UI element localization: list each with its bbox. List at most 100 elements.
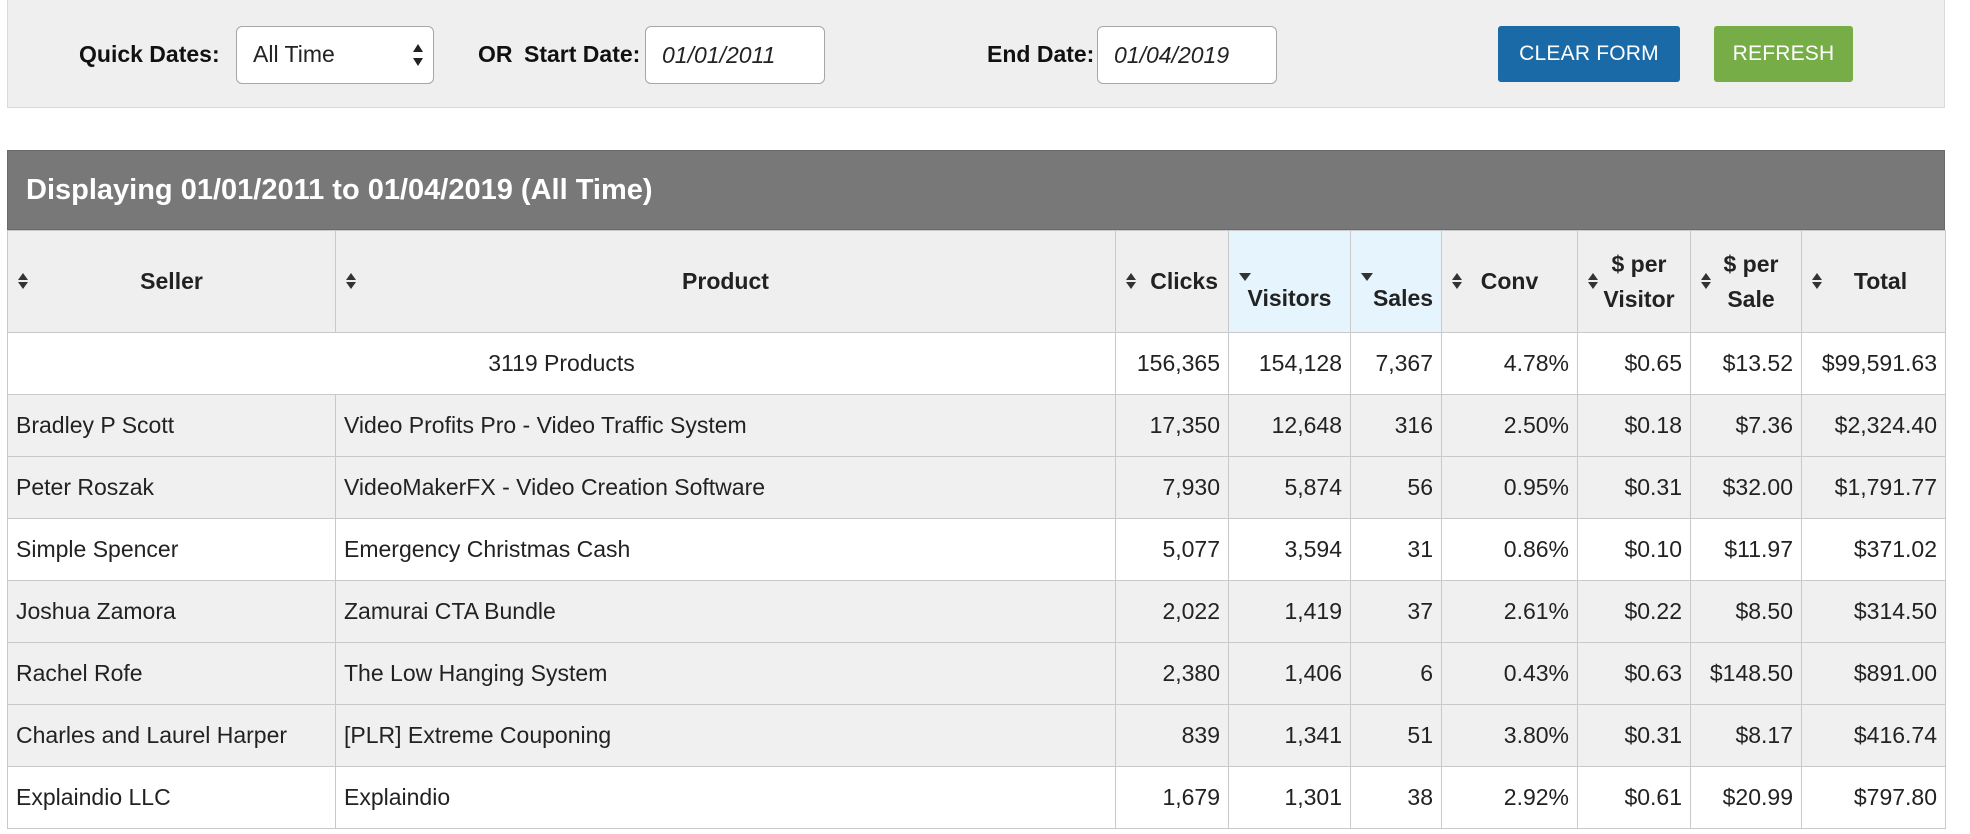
seller-cell: Joshua Zamora	[7, 580, 336, 643]
per-visitor-cell: $0.31	[1577, 704, 1691, 767]
summary-row: 3119 Products 156,365 154,128 7,367 4.78…	[7, 332, 1946, 395]
header-row: Seller Product Clicks Visitors Sales Con…	[7, 230, 1946, 333]
sort-both-icon[interactable]	[1125, 272, 1137, 290]
sales-table: Seller Product Clicks Visitors Sales Con…	[7, 230, 1946, 829]
per-sale-cell: $7.36	[1690, 394, 1802, 457]
seller-cell: Rachel Rofe	[7, 642, 336, 705]
column-header-conv[interactable]: Conv	[1441, 230, 1578, 333]
per-sale-cell: $11.97	[1690, 518, 1802, 581]
conv-cell: 2.92%	[1441, 766, 1578, 829]
product-cell: Zamurai CTA Bundle	[335, 580, 1116, 643]
table-row[interactable]: Bradley P Scott Video Profits Pro - Vide…	[7, 394, 1946, 457]
visitors-cell: 1,341	[1228, 704, 1351, 767]
table-row[interactable]: Joshua Zamora Zamurai CTA Bundle 2,022 1…	[7, 580, 1946, 643]
table-row[interactable]: Explaindio LLC Explaindio 1,679 1,301 38…	[7, 766, 1946, 829]
conv-cell: 0.43%	[1441, 642, 1578, 705]
clicks-cell: 7,930	[1115, 456, 1229, 519]
seller-cell: Simple Spencer	[7, 518, 336, 581]
start-date-label: Start Date:	[524, 41, 641, 67]
sort-both-icon[interactable]	[345, 272, 357, 290]
clicks-cell: 2,380	[1115, 642, 1229, 705]
total-cell: $1,791.77	[1801, 456, 1946, 519]
end-date-input[interactable]: 01/04/2019	[1097, 26, 1277, 84]
sort-both-icon[interactable]	[1451, 272, 1463, 290]
column-header-visitors[interactable]: Visitors	[1228, 230, 1351, 333]
visitors-cell: 12,648	[1228, 394, 1351, 457]
refresh-button[interactable]: REFRESH	[1714, 26, 1853, 82]
clicks-cell: 5,077	[1115, 518, 1229, 581]
product-count: 3119 Products	[7, 332, 1116, 395]
seller-cell: Explaindio LLC	[7, 766, 336, 829]
visitors-cell: 1,301	[1228, 766, 1351, 829]
clicks-cell: 1,679	[1115, 766, 1229, 829]
sales-cell: 51	[1350, 704, 1442, 767]
clear-form-button[interactable]: CLEAR FORM	[1498, 26, 1680, 82]
per-sale-cell: $8.50	[1690, 580, 1802, 643]
visitors-cell: 1,406	[1228, 642, 1351, 705]
sales-cell: 56	[1350, 456, 1442, 519]
sort-desc-icon[interactable]	[1239, 273, 1251, 281]
total-cell: $371.02	[1801, 518, 1946, 581]
column-header-product[interactable]: Product	[335, 230, 1116, 333]
table-row[interactable]: Peter Roszak VideoMakerFX - Video Creati…	[7, 456, 1946, 519]
table-row[interactable]: Charles and Laurel Harper [PLR] Extreme …	[7, 704, 1946, 767]
product-cell: Explaindio	[335, 766, 1116, 829]
summary-per-visitor: $0.65	[1577, 332, 1691, 395]
sales-cell: 31	[1350, 518, 1442, 581]
filter-bar: Quick Dates: All Time OR Start Date: 01/…	[7, 0, 1945, 108]
product-cell: The Low Hanging System	[335, 642, 1116, 705]
per-visitor-cell: $0.18	[1577, 394, 1691, 457]
sort-both-icon[interactable]	[1587, 272, 1599, 290]
conv-cell: 2.61%	[1441, 580, 1578, 643]
total-cell: $416.74	[1801, 704, 1946, 767]
date-range-caption: Displaying 01/01/2011 to 01/04/2019 (All…	[7, 150, 1945, 230]
column-header-clicks[interactable]: Clicks	[1115, 230, 1229, 333]
column-header-seller[interactable]: Seller	[7, 230, 336, 333]
seller-cell: Charles and Laurel Harper	[7, 704, 336, 767]
column-header-sales[interactable]: Sales	[1350, 230, 1442, 333]
visitors-cell: 1,419	[1228, 580, 1351, 643]
table-row[interactable]: Rachel Rofe The Low Hanging System 2,380…	[7, 642, 1946, 705]
visitors-cell: 5,874	[1228, 456, 1351, 519]
per-visitor-cell: $0.63	[1577, 642, 1691, 705]
table-row[interactable]: Simple Spencer Emergency Christmas Cash …	[7, 518, 1946, 581]
per-sale-cell: $20.99	[1690, 766, 1802, 829]
clicks-cell: 839	[1115, 704, 1229, 767]
product-cell: Emergency Christmas Cash	[335, 518, 1116, 581]
visitors-cell: 3,594	[1228, 518, 1351, 581]
conv-cell: 3.80%	[1441, 704, 1578, 767]
product-cell: [PLR] Extreme Couponing	[335, 704, 1116, 767]
summary-total: $99,591.63	[1801, 332, 1946, 395]
end-date-label: End Date:	[987, 41, 1095, 67]
start-date-input[interactable]: 01/01/2011	[645, 26, 825, 84]
column-header-per-sale[interactable]: $ per Sale	[1690, 230, 1802, 333]
total-cell: $891.00	[1801, 642, 1946, 705]
total-cell: $797.80	[1801, 766, 1946, 829]
sales-cell: 316	[1350, 394, 1442, 457]
column-header-per-visitor[interactable]: $ per Visitor	[1577, 230, 1691, 333]
total-cell: $2,324.40	[1801, 394, 1946, 457]
quick-dates-select[interactable]: All Time	[236, 26, 434, 84]
per-visitor-cell: $0.10	[1577, 518, 1691, 581]
column-header-total[interactable]: Total	[1801, 230, 1946, 333]
sort-both-icon[interactable]	[17, 272, 29, 290]
summary-sales: 7,367	[1350, 332, 1442, 395]
select-arrows-icon	[413, 44, 423, 66]
per-visitor-cell: $0.61	[1577, 766, 1691, 829]
sort-desc-icon[interactable]	[1361, 273, 1373, 281]
sales-cell: 38	[1350, 766, 1442, 829]
seller-cell: Bradley P Scott	[7, 394, 336, 457]
per-sale-cell: $148.50	[1690, 642, 1802, 705]
clicks-cell: 2,022	[1115, 580, 1229, 643]
total-cell: $314.50	[1801, 580, 1946, 643]
per-visitor-cell: $0.22	[1577, 580, 1691, 643]
sort-both-icon[interactable]	[1700, 272, 1712, 290]
quick-dates-label: Quick Dates:	[79, 41, 220, 67]
per-sale-cell: $32.00	[1690, 456, 1802, 519]
product-cell: Video Profits Pro - Video Traffic System	[335, 394, 1116, 457]
sort-both-icon[interactable]	[1811, 272, 1823, 290]
sales-cell: 6	[1350, 642, 1442, 705]
conv-cell: 0.95%	[1441, 456, 1578, 519]
conv-cell: 2.50%	[1441, 394, 1578, 457]
per-sale-cell: $8.17	[1690, 704, 1802, 767]
